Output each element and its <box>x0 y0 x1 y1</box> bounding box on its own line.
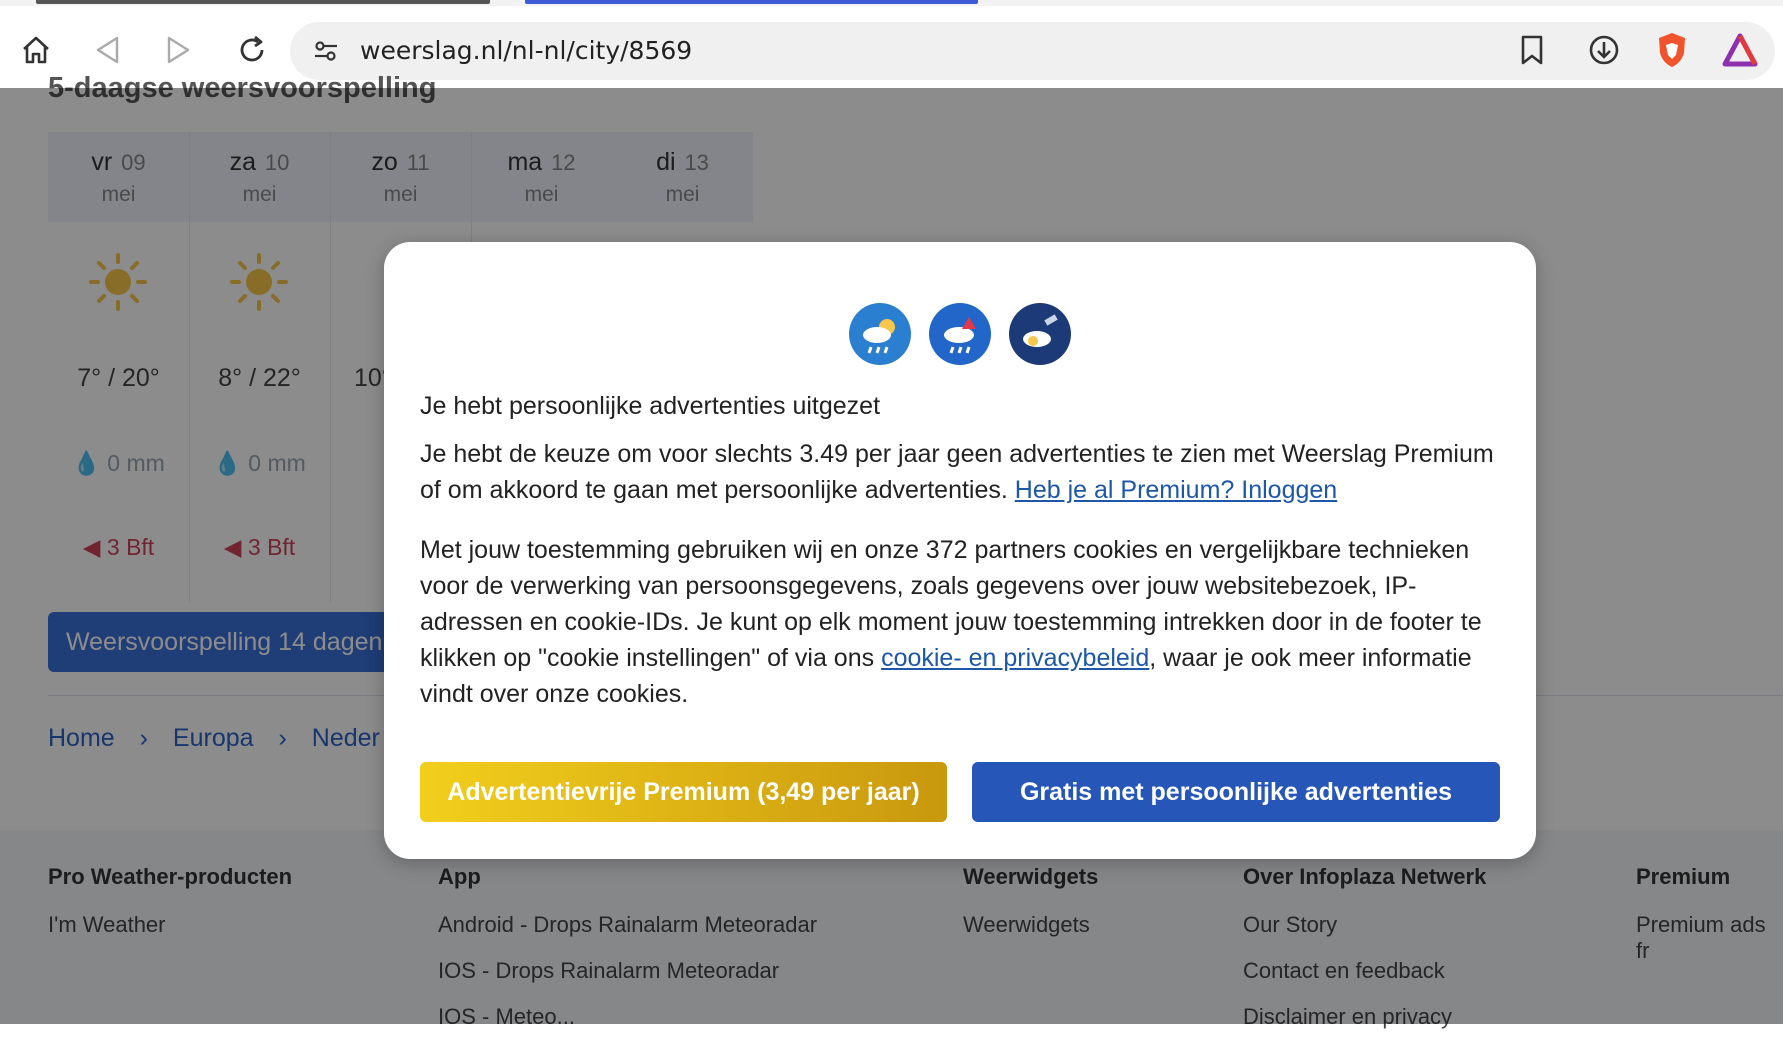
weather-app-icon <box>849 303 911 365</box>
site-settings-icon[interactable] <box>312 37 340 70</box>
dialog-consent-text: Met jouw toestemming gebruiken wij en on… <box>420 536 1482 708</box>
tab-indicator[interactable] <box>36 0 490 4</box>
premium-login-link[interactable]: Heb je al Premium? Inloggen <box>1015 476 1337 504</box>
rain-alarm-app-icon <box>929 303 991 365</box>
privacy-policy-link[interactable]: cookie- en privacybeleid <box>881 644 1149 672</box>
satellite-app-icon <box>1009 303 1071 365</box>
download-icon[interactable] <box>1580 26 1628 74</box>
reload-icon[interactable] <box>228 26 276 74</box>
home-icon[interactable] <box>12 26 60 74</box>
url-text[interactable]: weerslag.nl/nl-nl/city/8569 <box>360 36 692 65</box>
dialog-intro: Je hebt de keuze om voor slechts 3.49 pe… <box>420 440 1494 504</box>
consent-dialog: Je hebt persoonlijke advertenties uitgez… <box>384 242 1536 859</box>
dialog-heading: Je hebt persoonlijke advertenties uitgez… <box>420 392 881 420</box>
accept-personalized-ads-button[interactable]: Gratis met persoonlijke advertenties <box>972 762 1500 822</box>
forward-icon[interactable] <box>154 26 202 74</box>
back-icon[interactable] <box>84 26 132 74</box>
brave-rewards-icon[interactable] <box>1716 26 1764 74</box>
tab-indicator-active[interactable] <box>525 0 978 4</box>
bookmark-icon[interactable] <box>1508 26 1556 74</box>
app-icons <box>849 303 1079 365</box>
brave-shield-icon[interactable] <box>1648 26 1696 74</box>
premium-button[interactable]: Advertentievrije Premium (3,49 per jaar) <box>420 762 947 822</box>
